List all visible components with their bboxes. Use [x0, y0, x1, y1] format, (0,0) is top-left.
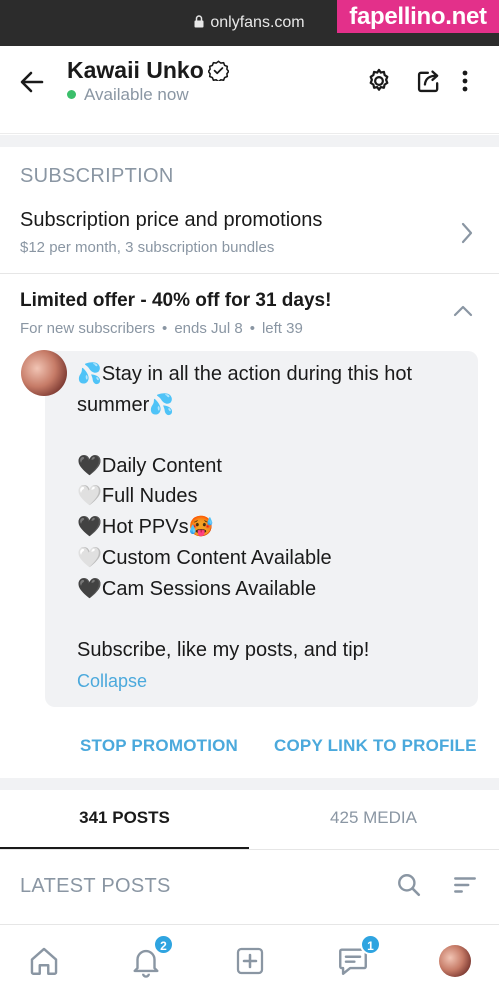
tabs-divider	[0, 849, 499, 850]
profile-name-text: Kawaii Unko	[67, 57, 204, 83]
message-line: 🖤Daily Content	[77, 455, 222, 477]
message-line: 💦Stay in all the action during this hot	[77, 363, 413, 385]
more-vertical-icon	[462, 70, 468, 92]
message-line: summer💦	[77, 394, 175, 416]
collapse-link[interactable]: Collapse	[77, 671, 147, 692]
subscription-row-title: Subscription price and promotions	[20, 209, 323, 231]
message-line: 🖤Cam Sessions Available	[77, 578, 317, 600]
more-options-button[interactable]	[455, 66, 475, 96]
nav-new-post[interactable]	[232, 943, 268, 979]
profile-header: Kawaii Unko Available now	[0, 46, 499, 134]
avatar	[439, 945, 471, 977]
row-divider	[0, 273, 499, 274]
plus-square-icon	[236, 947, 264, 975]
browser-bar: onlyfans.com fapellino.net	[0, 0, 499, 46]
chevron-up-icon[interactable]	[453, 305, 473, 317]
offer-audience: For new subscribers	[20, 320, 156, 337]
nav-home[interactable]	[26, 943, 62, 979]
lock-icon	[194, 15, 204, 28]
message-line: 🤍Full Nudes	[77, 485, 198, 507]
gear-icon	[369, 68, 389, 91]
chevron-right-icon	[461, 222, 473, 244]
settings-button[interactable]	[364, 66, 394, 96]
sort-icon[interactable]	[452, 872, 478, 898]
message-line: Subscribe, like my posts, and tip!	[77, 639, 370, 661]
nav-messages[interactable]: 1	[335, 934, 381, 979]
tab-media[interactable]: 425 MEDIA	[249, 808, 498, 828]
message-line: 🤍Custom Content Available	[77, 547, 332, 569]
home-icon	[30, 947, 58, 975]
verified-badge-icon	[207, 60, 229, 81]
profile-name[interactable]: Kawaii Unko	[67, 57, 229, 84]
watermark: fapellino.net	[337, 0, 499, 33]
search-icon[interactable]	[396, 872, 422, 898]
message-line: 🖤Hot PPVs🥵	[77, 516, 214, 538]
message-badge: 1	[360, 934, 381, 955]
latest-posts-title: LATEST POSTS	[20, 875, 171, 897]
share-button[interactable]	[414, 66, 444, 96]
copy-link-button[interactable]: COPY LINK TO PROFILE	[274, 736, 477, 756]
notification-badge: 2	[153, 934, 174, 955]
offer-title: Limited offer - 40% off for 31 days!	[20, 290, 332, 311]
share-icon	[417, 70, 439, 93]
offer-left: left 39	[261, 320, 303, 337]
subscription-section-title: SUBSCRIPTION	[20, 165, 174, 187]
back-arrow-icon[interactable]	[16, 66, 48, 98]
subscription-row-subtitle: $12 per month, 3 subscription bundles	[20, 239, 275, 256]
avatar[interactable]	[21, 350, 67, 396]
nav-notifications[interactable]: 2	[128, 934, 174, 979]
offer-meta: For new subscribers • ends Jul 8 • left 39	[20, 320, 303, 337]
online-status: Available now	[67, 85, 189, 105]
status-text: Available now	[84, 85, 189, 104]
nav-profile[interactable]	[437, 943, 473, 979]
url-text: onlyfans.com	[210, 14, 305, 31]
tab-posts[interactable]: 341 POSTS	[0, 808, 249, 828]
online-dot	[67, 90, 76, 99]
bottom-nav: 2 1	[0, 924, 499, 1000]
offer-ends: ends Jul 8	[174, 320, 243, 337]
stop-promotion-button[interactable]: STOP PROMOTION	[80, 736, 238, 756]
section-divider	[0, 778, 499, 790]
section-divider	[0, 135, 499, 147]
